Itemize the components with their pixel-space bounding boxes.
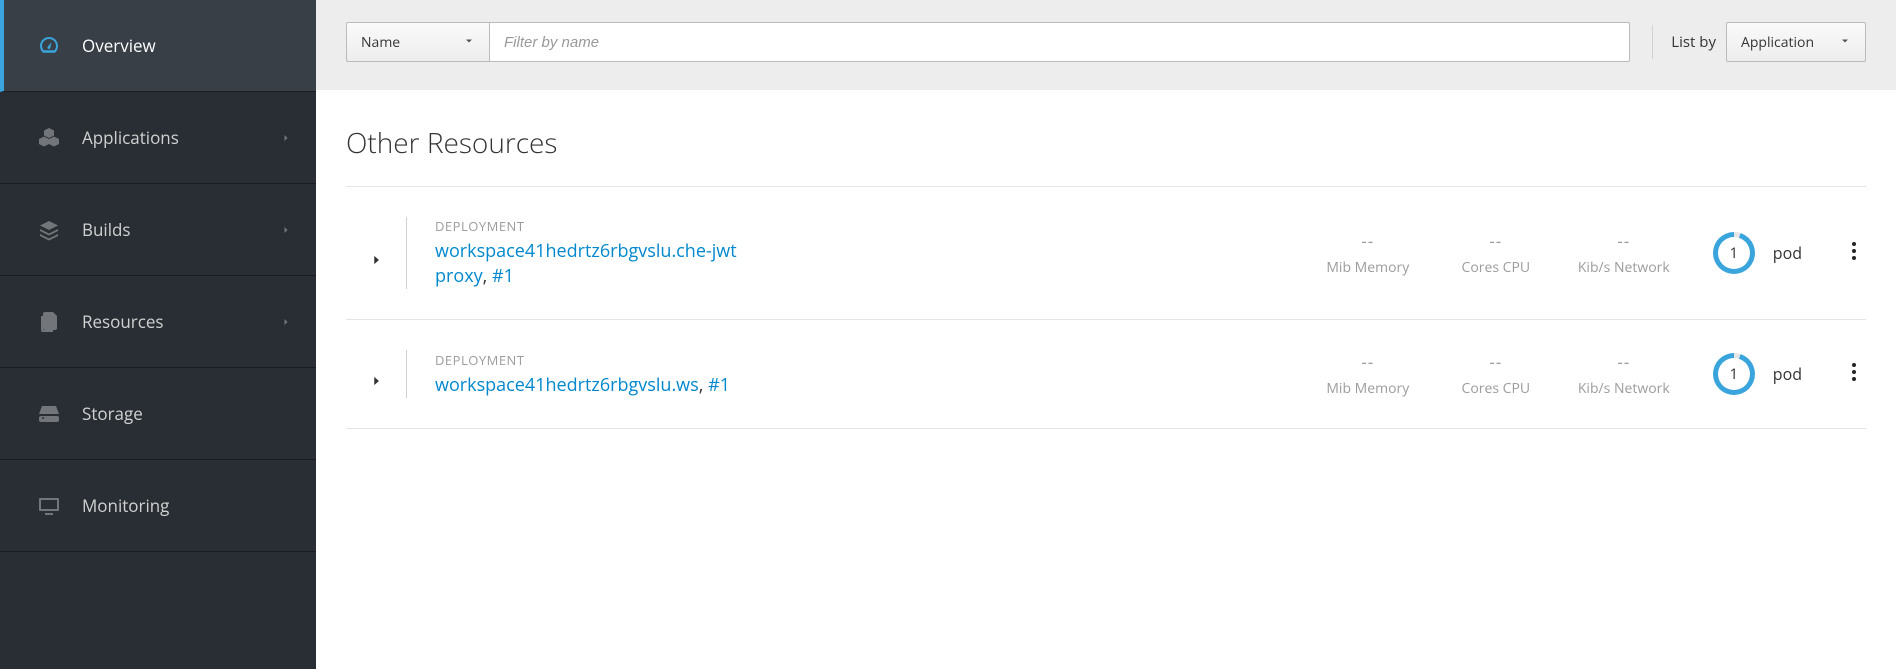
metric-label: Cores CPU: [1447, 258, 1545, 277]
metric-memory: -- Mib Memory: [1319, 229, 1417, 277]
metric-label: Mib Memory: [1319, 379, 1417, 398]
hdd-icon: [36, 401, 62, 427]
chevron-down-icon: [1839, 33, 1851, 52]
sidebar-item-overview[interactable]: Overview: [0, 0, 316, 92]
metric-label: Kib/s Network: [1575, 379, 1673, 398]
metric-cpu: -- Cores CPU: [1447, 229, 1545, 277]
metric-cpu: -- Cores CPU: [1447, 350, 1545, 398]
files-icon: [36, 309, 62, 335]
list-by-label: List by: [1671, 32, 1716, 52]
chevron-right-icon: [280, 218, 292, 241]
sidebar-item-storage[interactable]: Storage: [0, 368, 316, 460]
actions-menu-button[interactable]: [1842, 241, 1866, 266]
pod-status[interactable]: 1 pod: [1713, 232, 1802, 274]
resource-row: DEPLOYMENT workspace41hedrtz6rbgvslu.che…: [346, 187, 1866, 320]
chevron-right-icon: [280, 310, 292, 333]
kebab-icon: [1851, 362, 1857, 387]
metrics: -- Mib Memory -- Cores CPU -- Kib/s Netw…: [1319, 229, 1673, 277]
cubes-icon: [36, 125, 62, 151]
pod-label: pod: [1773, 363, 1802, 385]
metric-label: Cores CPU: [1447, 379, 1545, 398]
metric-network: -- Kib/s Network: [1575, 350, 1673, 398]
list-by-value: Application: [1741, 33, 1814, 52]
resource-name-link[interactable]: workspace41hedrtz6rbgvslu.che-jwtproxy: [435, 239, 737, 288]
content: Other Resources DEPLOYMENT workspace41he…: [316, 90, 1896, 463]
metric-label: Kib/s Network: [1575, 258, 1673, 277]
pod-status[interactable]: 1 pod: [1713, 353, 1802, 395]
metric-value: --: [1575, 350, 1673, 373]
resource-kind: DEPLOYMENT: [435, 351, 745, 369]
resource-revision-link[interactable]: #1: [492, 264, 514, 288]
list-by-dropdown[interactable]: Application: [1726, 22, 1866, 62]
sidebar-item-applications[interactable]: Applications: [0, 92, 316, 184]
sidebar-item-builds[interactable]: Builds: [0, 184, 316, 276]
sidebar-item-resources[interactable]: Resources: [0, 276, 316, 368]
resource-row: DEPLOYMENT workspace41hedrtz6rbgvslu.ws,…: [346, 320, 1866, 429]
divider: [406, 350, 407, 398]
layers-icon: [36, 217, 62, 243]
metric-network: -- Kib/s Network: [1575, 229, 1673, 277]
metrics: -- Mib Memory -- Cores CPU -- Kib/s Netw…: [1319, 350, 1673, 398]
main: Name List by Application Other Resources: [316, 0, 1896, 669]
pod-donut-icon: 1: [1713, 232, 1755, 274]
divider: [1652, 25, 1653, 59]
resource-kind: DEPLOYMENT: [435, 217, 745, 235]
sidebar-item-label: Applications: [82, 126, 179, 149]
metric-memory: -- Mib Memory: [1319, 350, 1417, 398]
expand-toggle[interactable]: [346, 356, 406, 393]
section-title: Other Resources: [346, 124, 1866, 187]
sidebar-item-label: Builds: [82, 218, 131, 241]
metric-value: --: [1319, 229, 1417, 252]
pod-count: 1: [1730, 364, 1739, 384]
monitor-icon: [36, 493, 62, 519]
sidebar-item-monitoring[interactable]: Monitoring: [0, 460, 316, 552]
resource-revision-link[interactable]: #1: [708, 373, 730, 397]
resource-name-col: DEPLOYMENT workspace41hedrtz6rbgvslu.che…: [435, 217, 745, 289]
expand-toggle[interactable]: [346, 235, 406, 272]
sidebar-item-label: Overview: [82, 34, 156, 57]
resource-name-col: DEPLOYMENT workspace41hedrtz6rbgvslu.ws,…: [435, 351, 745, 398]
resource-name-link[interactable]: workspace41hedrtz6rbgvslu.ws: [435, 373, 699, 397]
sidebar-item-label: Resources: [82, 310, 164, 333]
pod-count: 1: [1730, 243, 1739, 263]
filter-input[interactable]: [490, 22, 1630, 62]
metric-value: --: [1319, 350, 1417, 373]
filter-type-dropdown[interactable]: Name: [346, 22, 490, 62]
pod-label: pod: [1773, 242, 1802, 264]
chevron-down-icon: [463, 33, 475, 52]
pod-donut-icon: 1: [1713, 353, 1755, 395]
sidebar-item-label: Monitoring: [82, 494, 169, 517]
kebab-icon: [1851, 241, 1857, 266]
filter-toolbar: Name List by Application: [316, 0, 1896, 90]
filter-type-label: Name: [361, 33, 400, 52]
dashboard-icon: [36, 33, 62, 59]
metric-value: --: [1575, 229, 1673, 252]
metric-value: --: [1447, 350, 1545, 373]
sidebar-item-label: Storage: [82, 402, 143, 425]
chevron-right-icon: [369, 374, 383, 393]
sidebar: Overview Applications Builds Resou: [0, 0, 316, 669]
metric-value: --: [1447, 229, 1545, 252]
chevron-right-icon: [280, 126, 292, 149]
actions-menu-button[interactable]: [1842, 362, 1866, 387]
divider: [406, 217, 407, 289]
metric-label: Mib Memory: [1319, 258, 1417, 277]
chevron-right-icon: [369, 253, 383, 272]
